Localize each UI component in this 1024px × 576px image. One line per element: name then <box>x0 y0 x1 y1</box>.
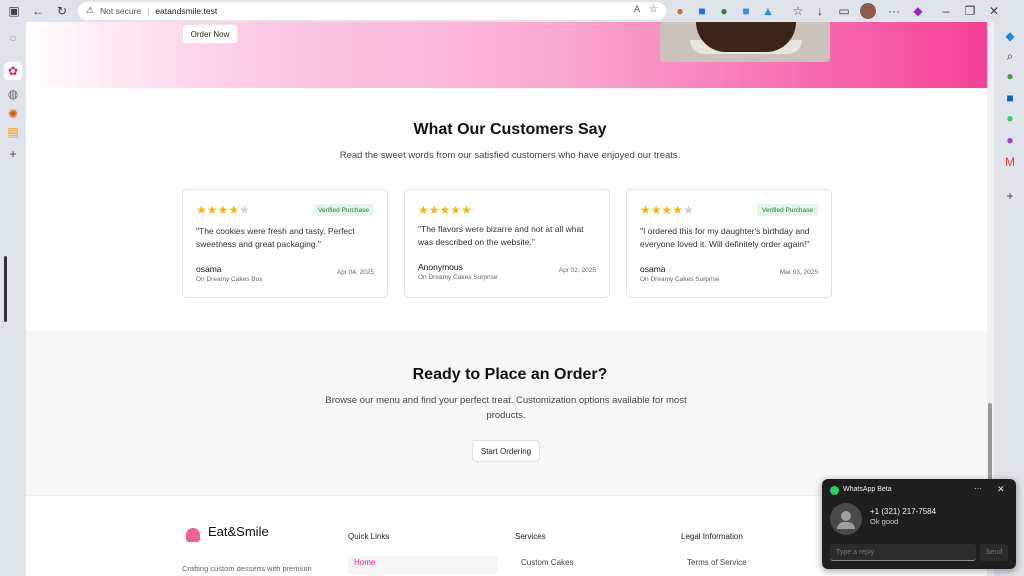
legal-heading: Legal Information <box>681 532 743 541</box>
reviewer-name: osama <box>640 264 666 274</box>
browser-toolbar: ▣ ← ↻ ⚠ Not secure | eatandsmile.test A … <box>0 0 1024 22</box>
minimize-icon[interactable]: – <box>938 3 954 19</box>
verified-badge: Verified Purchase <box>757 204 818 216</box>
review-product: On Dreamy Cakes Surprise <box>640 276 720 283</box>
review-date: Apr 02, 2025 <box>558 267 596 274</box>
footer-brand: Eat&Smile <box>208 524 269 539</box>
extension-cookie-icon[interactable]: ● <box>672 3 688 19</box>
sidebar-green-icon[interactable]: ● <box>1002 68 1018 84</box>
whatsapp-notification[interactable]: WhatsApp Beta ··· ✕ +1 (321) 217-7584 Ok… <box>822 479 1016 569</box>
cta-title: Ready to Place an Order? <box>412 366 608 383</box>
cta-text: Browse our menu and find your perfect tr… <box>325 395 687 421</box>
screenshot-icon[interactable]: ▭ <box>836 3 852 19</box>
rating-stars: ★★★★★ <box>196 203 250 217</box>
start-ordering-button[interactable]: Start Ordering <box>472 440 540 462</box>
quick-links-heading: Quick Links <box>348 532 390 541</box>
notification-close-icon[interactable]: ✕ <box>997 484 1005 495</box>
testimonials-title: What Our Customers Say <box>413 121 607 138</box>
active-tab-icon[interactable]: ✿ <box>4 62 22 80</box>
tab-favicon-icon[interactable]: ○ <box>5 30 21 46</box>
send-button[interactable]: Send <box>980 544 1008 561</box>
security-label: Not secure <box>100 6 142 16</box>
sidebar-whatsapp-icon[interactable]: ● <box>1002 110 1018 126</box>
tab-folder-icon[interactable]: ▤ <box>5 124 21 140</box>
warning-icon: ⚠ <box>86 5 95 15</box>
footer-link-home[interactable]: Home <box>354 558 375 567</box>
review-quote: "I ordered this for my daughter's birthd… <box>640 226 810 249</box>
review-card: ★★★★★ "The flavors were bizarre and not … <box>404 189 610 298</box>
rail-scroll-indicator <box>4 256 7 322</box>
order-now-button[interactable]: Order Now <box>182 24 238 44</box>
review-quote: "The cookies were fresh and tasty. Perfe… <box>196 226 355 249</box>
review-date: Mar 03, 2025 <box>779 269 818 276</box>
review-product: On Dreamy Cakes Surprise <box>418 274 498 281</box>
rating-stars: ★★★★★ <box>418 203 472 217</box>
sidebar-messenger-icon[interactable]: ● <box>1002 132 1018 148</box>
refresh-icon[interactable]: ↻ <box>54 3 70 19</box>
verified-badge: Verified Purchase <box>313 204 374 216</box>
downloads-icon[interactable]: ↓ <box>812 3 828 19</box>
footer-link-terms[interactable]: Terms of Service <box>687 558 747 567</box>
review-card: ★★★★★ Verified Purchase "I ordered this … <box>626 189 832 298</box>
review-quote: "The flavors were bizarre and not at all… <box>418 224 584 247</box>
review-date: Apr 04, 2025 <box>336 269 374 276</box>
address-bar[interactable]: ⚠ Not secure | eatandsmile.test A ☆ <box>78 2 666 20</box>
extension-leaf-icon[interactable]: ● <box>716 3 732 19</box>
new-tab-icon[interactable]: + <box>5 146 21 162</box>
sidebar-tag-icon[interactable]: ◆ <box>1002 28 1018 44</box>
tab-actions-icon[interactable]: ▣ <box>6 3 22 19</box>
services-heading: Services <box>515 532 546 541</box>
tab-globe-icon[interactable]: ◍ <box>5 86 21 102</box>
read-aloud-icon[interactable]: A <box>634 4 640 14</box>
sidebar-linkedin-icon[interactable]: ■ <box>1002 90 1018 106</box>
sidebar-add-icon[interactable]: + <box>1002 188 1018 204</box>
review-card: ★★★★★ Verified Purchase "The cookies wer… <box>182 189 388 298</box>
tab-orange-icon[interactable]: ✺ <box>5 106 21 122</box>
testimonials-subtitle: Read the sweet words from our satisfied … <box>339 150 681 161</box>
reply-input[interactable] <box>830 544 976 561</box>
favorite-star-icon[interactable]: ☆ <box>649 4 658 15</box>
url-text: eatandsmile.test <box>155 6 218 16</box>
reviewer-name: osama <box>196 264 222 274</box>
footer-link-custom-cakes[interactable]: Custom Cakes <box>521 558 573 567</box>
hero-banner: Order Now <box>26 22 994 88</box>
close-window-icon[interactable]: ✕ <box>986 3 1002 19</box>
notification-message: Ok good <box>870 517 899 526</box>
profile-avatar[interactable] <box>860 3 876 19</box>
review-product: On Dreamy Cakes Box <box>196 276 263 283</box>
contact-avatar <box>830 503 862 535</box>
back-icon[interactable]: ← <box>30 3 46 19</box>
cake-image <box>660 22 830 62</box>
restore-icon[interactable]: ❐ <box>962 3 978 19</box>
vertical-tab-rail: ○ ✿ ◍ ✺ ▤ + <box>0 22 26 576</box>
notification-more-button[interactable]: ··· <box>974 484 982 493</box>
whatsapp-icon <box>830 486 839 495</box>
sidebar-gmail-icon[interactable]: M <box>1002 154 1018 170</box>
reviewer-name: Anonymous <box>418 262 463 272</box>
footer-tagline: Crafting custom desserts with premium <box>182 564 312 573</box>
notification-app-name: WhatsApp Beta <box>843 486 892 493</box>
extension-translate-icon[interactable]: ■ <box>694 3 710 19</box>
extension-blue-icon[interactable]: ▲ <box>760 3 776 19</box>
extension-docs-icon[interactable]: ■ <box>738 3 754 19</box>
cupcake-logo-icon <box>186 528 200 542</box>
favorites-icon[interactable]: ☆ <box>790 3 806 19</box>
contact-phone: +1 (321) 217-7584 <box>870 507 937 516</box>
copilot-icon[interactable]: ◆ <box>910 3 926 19</box>
sidebar-search-icon[interactable]: ⌕ <box>1002 48 1018 64</box>
rating-stars: ★★★★★ <box>640 203 694 217</box>
url-separator: | <box>147 6 150 16</box>
settings-more-icon[interactable]: ··· <box>886 3 902 19</box>
